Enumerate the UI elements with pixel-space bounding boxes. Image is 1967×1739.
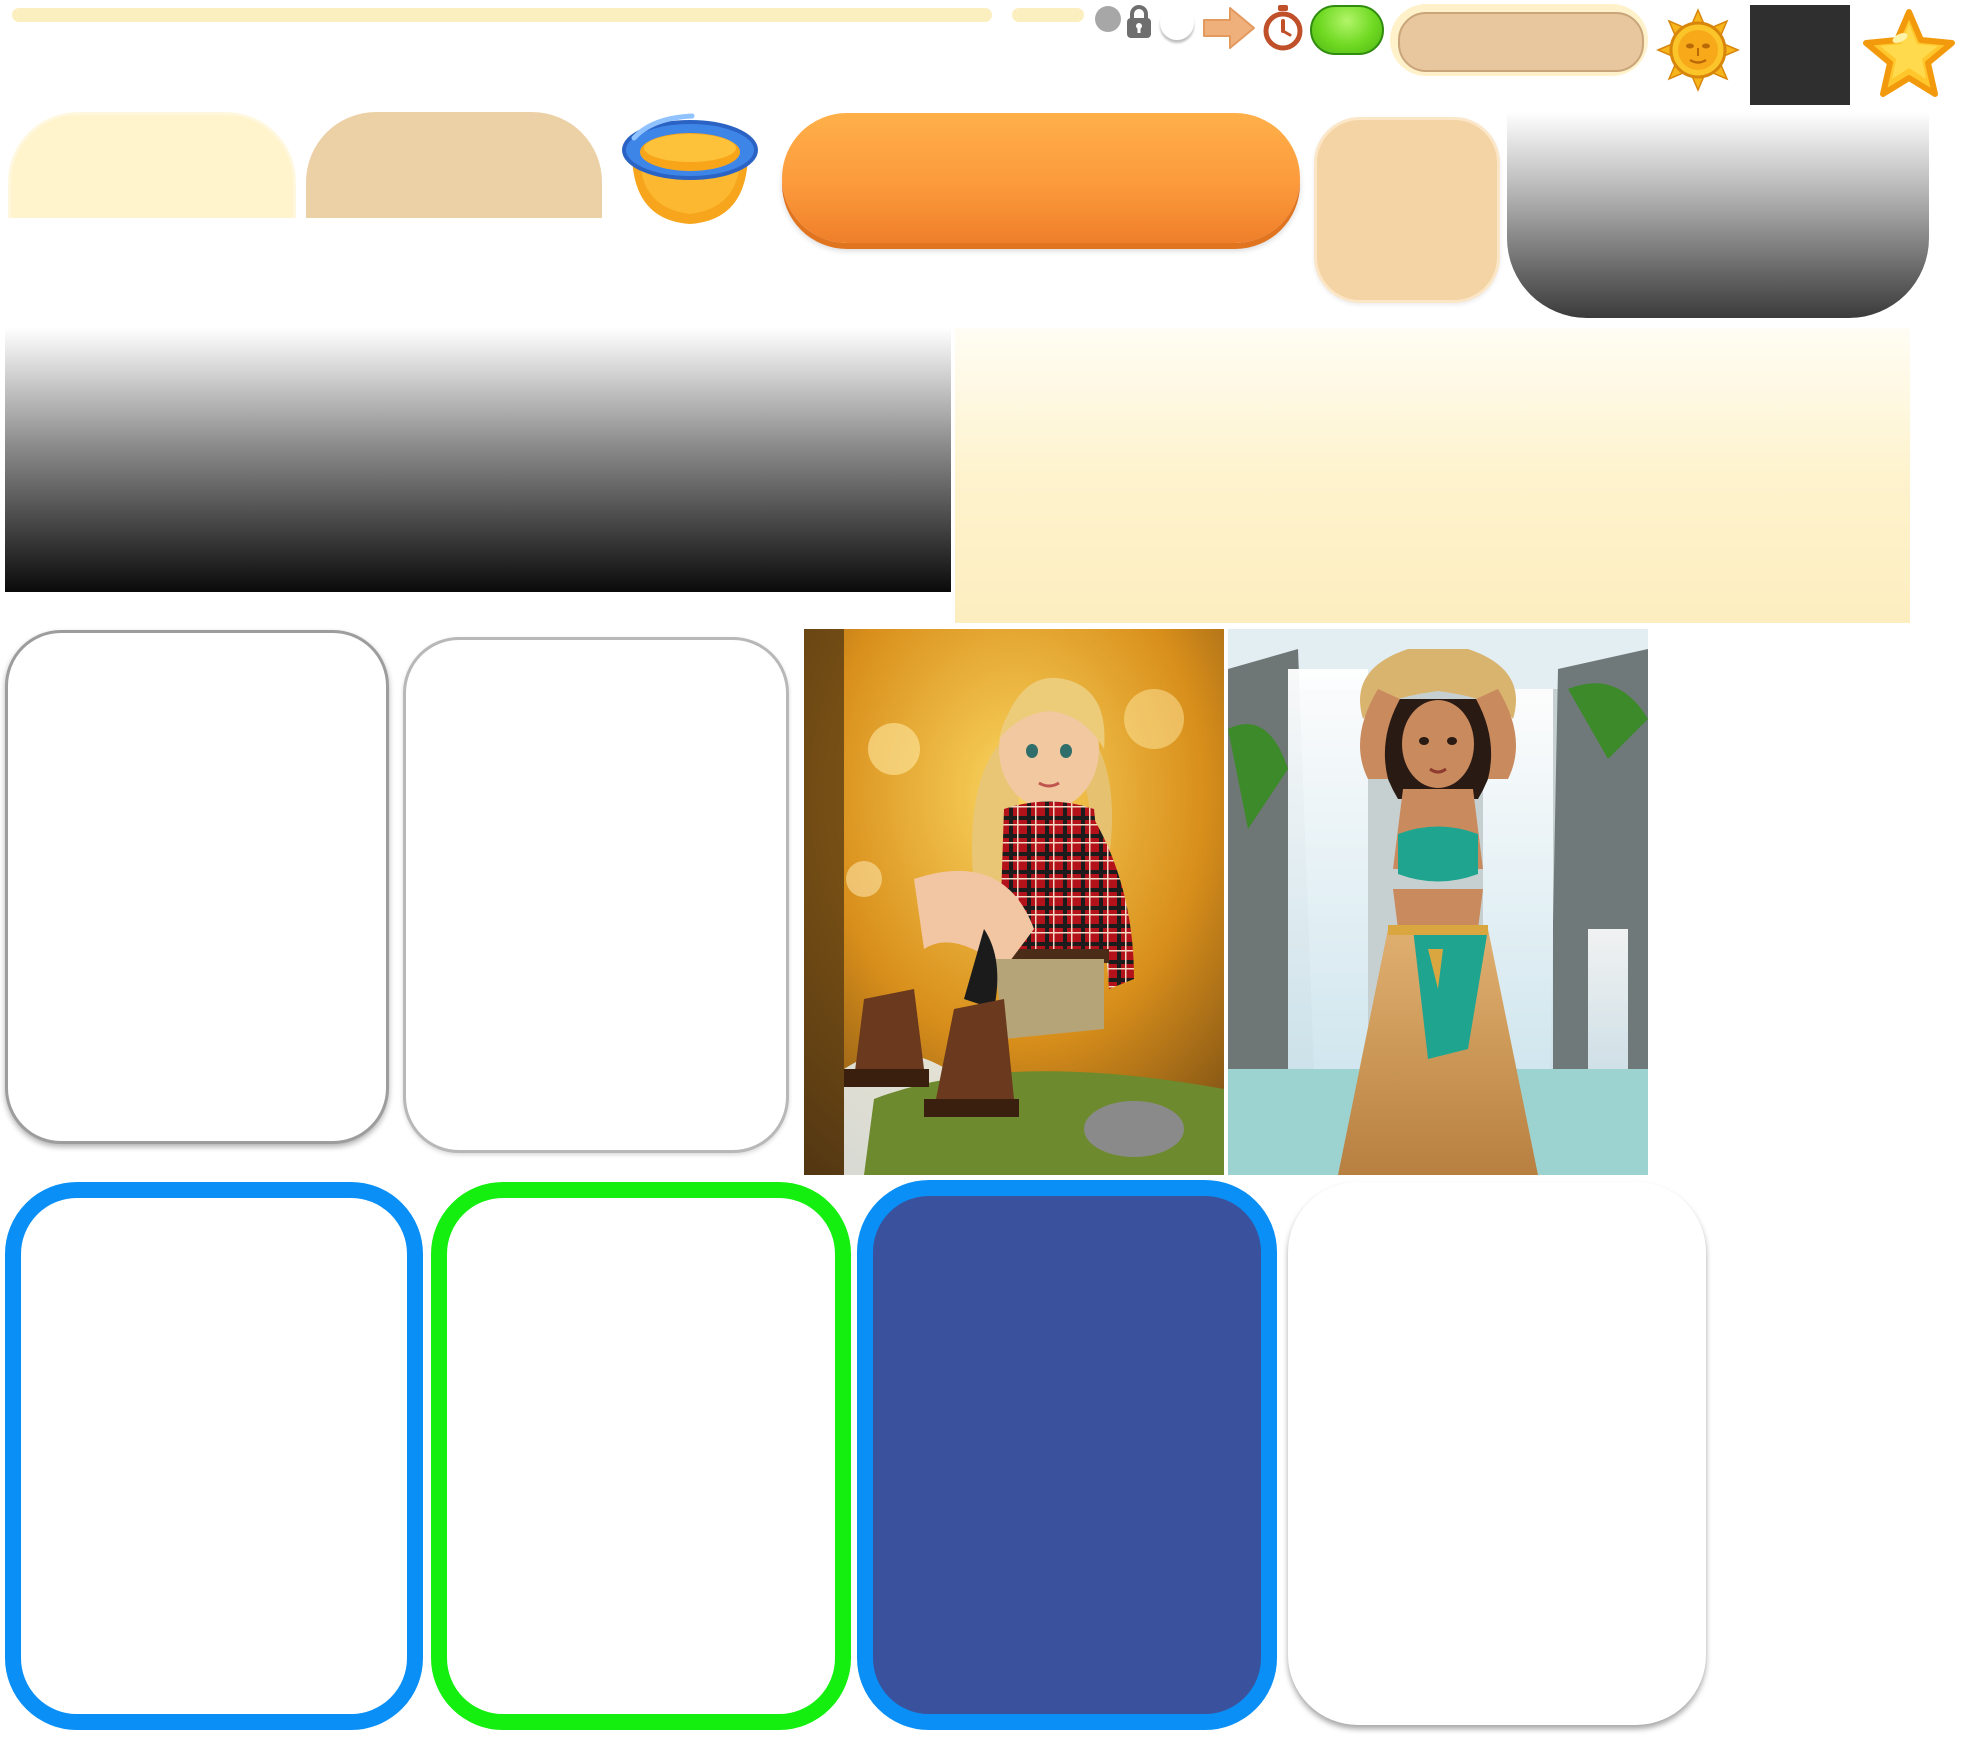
card-frame-plain-shadow bbox=[1288, 1182, 1706, 1725]
stopwatch-icon bbox=[1262, 4, 1304, 52]
lock-icon bbox=[1124, 4, 1154, 40]
arrow-right-icon bbox=[1200, 4, 1258, 52]
beige-pill-frame bbox=[1390, 4, 1648, 76]
tan-tab-shape bbox=[306, 112, 602, 218]
black-gradient-banner bbox=[5, 328, 951, 592]
cream-tab-shape bbox=[8, 112, 296, 218]
cream-gradient-panel bbox=[955, 328, 1910, 623]
card-frame-green-border bbox=[431, 1182, 851, 1730]
thin-cream-bar-long bbox=[12, 8, 992, 22]
portrait-image-plaid-woman bbox=[804, 629, 1224, 1175]
white-card-shadowed bbox=[5, 630, 389, 1144]
gray-gradient-card bbox=[1507, 112, 1929, 318]
sun-coin-icon bbox=[1656, 8, 1740, 92]
dark-square-tile bbox=[1750, 5, 1850, 105]
white-dot-indicator bbox=[1160, 6, 1194, 40]
card-frame-navy-filled bbox=[857, 1180, 1277, 1730]
white-card-light bbox=[403, 637, 789, 1153]
portrait-image-waterfall-woman bbox=[1228, 629, 1648, 1175]
card-frame-blue-border bbox=[5, 1182, 423, 1730]
thin-cream-bar-short bbox=[1012, 8, 1084, 22]
beige-rounded-square bbox=[1314, 117, 1500, 303]
orange-pill-button-sprite bbox=[782, 113, 1300, 243]
green-pill-button-sprite bbox=[1310, 5, 1384, 55]
beige-pill-inner bbox=[1398, 12, 1644, 72]
cup-bowl-icon bbox=[612, 108, 768, 232]
dot-indicator bbox=[1095, 6, 1121, 32]
star-icon bbox=[1858, 6, 1960, 102]
